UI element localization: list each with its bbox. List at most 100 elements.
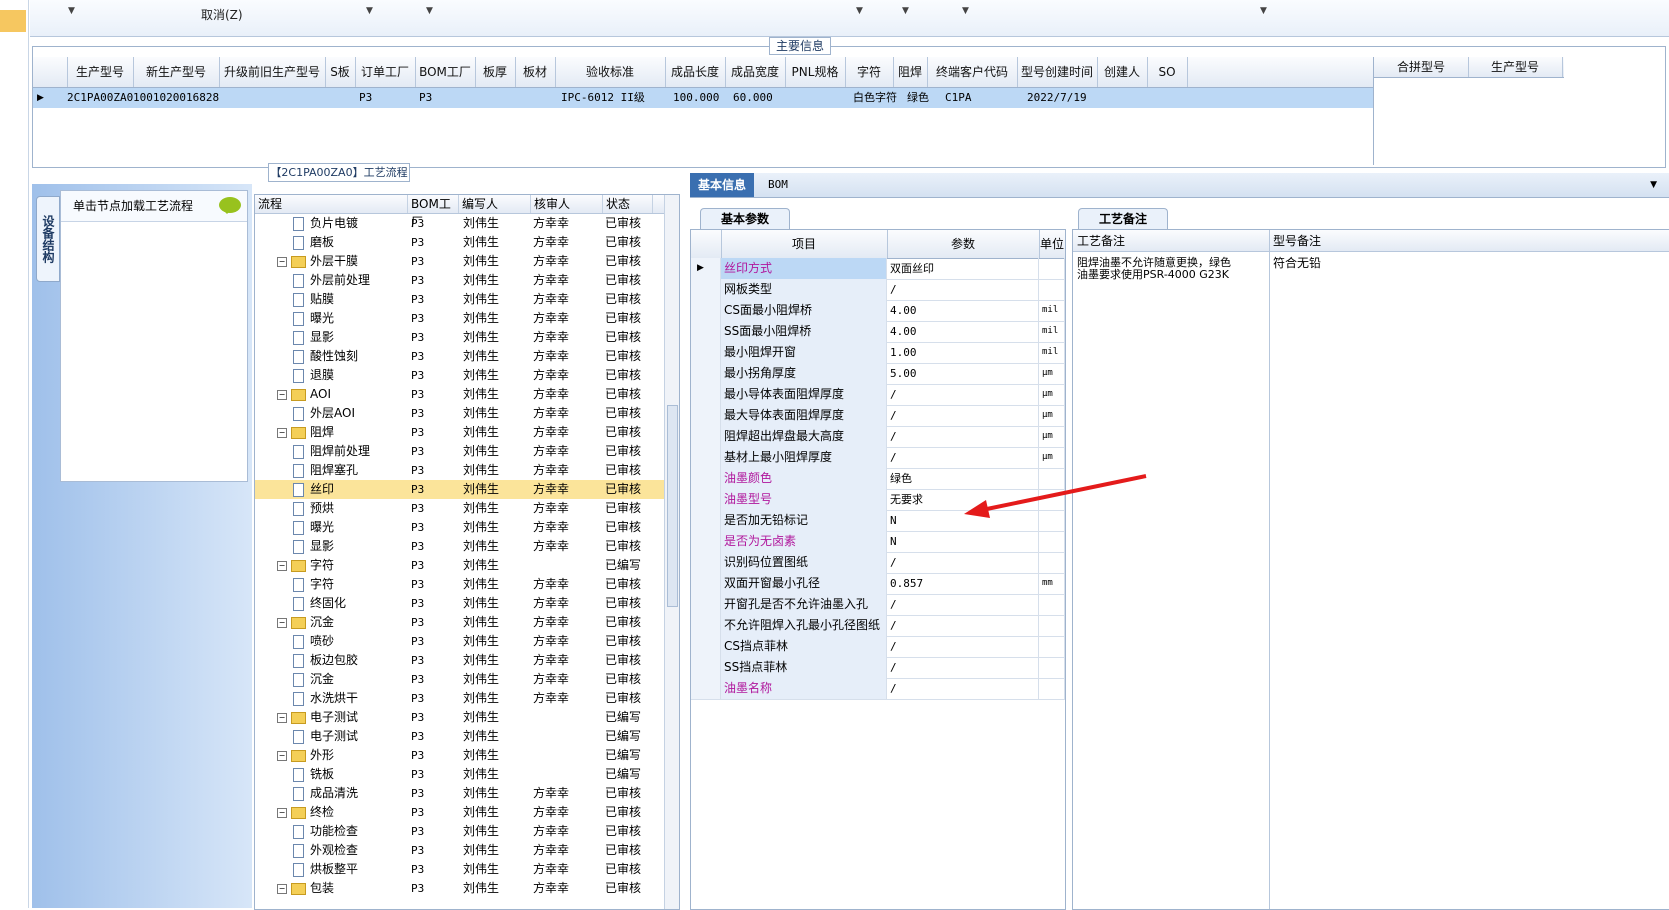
main-col-header[interactable]: BOM工厂 xyxy=(415,57,476,87)
tree-row[interactable]: 板边包胶 P3 刘伟生 方幸幸 已审核 xyxy=(255,651,665,670)
tree-row[interactable]: 显影 P3 刘伟生 方幸幸 已审核 xyxy=(255,328,665,347)
cell-char[interactable]: 白色字符 xyxy=(853,88,913,108)
tab-basic-info[interactable]: 基本信息 xyxy=(690,173,755,197)
dropdown-chevron-icon[interactable]: ▼ xyxy=(68,6,75,16)
col-merged-model[interactable]: 合拼型号 xyxy=(1374,57,1469,77)
param-row[interactable]: 阻焊超出焊盘最大高度 / μm xyxy=(691,426,1065,448)
tree-row[interactable]: − 终检 P3 刘伟生 方幸幸 已审核 xyxy=(255,803,665,822)
cell-new-prod-model[interactable]: 10010200168285 xyxy=(133,88,219,108)
param-value[interactable]: 5.00 xyxy=(887,363,1039,384)
model-remark-text[interactable]: 符合无铅 xyxy=(1273,257,1321,269)
param-row[interactable]: 识别码位置图纸 / xyxy=(691,552,1065,574)
tree-node-label[interactable]: 外形 xyxy=(310,748,334,762)
tree-node-label[interactable]: 烘板整平 xyxy=(310,862,358,876)
main-col-header[interactable]: 成品宽度 xyxy=(725,57,786,87)
param-value[interactable]: / xyxy=(887,594,1039,615)
tree-row[interactable]: 负片电镀 P3 刘伟生 方幸幸 已审核 xyxy=(255,214,665,233)
dropdown-chevron-icon[interactable]: ▼ xyxy=(1260,6,1267,16)
tree-scroll-thumb[interactable] xyxy=(667,405,678,607)
param-value[interactable]: / xyxy=(887,384,1039,405)
param-row[interactable]: 最小拐角厚度 5.00 μm xyxy=(691,363,1065,385)
param-row[interactable]: 开窗孔是否不允许油墨入孔 / xyxy=(691,594,1065,616)
param-value[interactable]: / xyxy=(887,615,1039,636)
main-col-header[interactable]: 升级前旧生产型号 xyxy=(219,57,326,87)
param-row[interactable]: 最小阻焊开窗 1.00 mil xyxy=(691,342,1065,364)
tree-row[interactable]: − 外形 P3 刘伟生 已编写 xyxy=(255,746,665,765)
tree-node-label[interactable]: 电子测试 xyxy=(310,729,358,743)
tree-row[interactable]: 贴膜 P3 刘伟生 方幸幸 已审核 xyxy=(255,290,665,309)
param-value[interactable]: / xyxy=(887,657,1039,678)
tree-row[interactable]: 外层前处理 P3 刘伟生 方幸幸 已审核 xyxy=(255,271,665,290)
tree-node-label[interactable]: 外观检查 xyxy=(310,843,358,857)
tree-row[interactable]: − 字符 P3 刘伟生 已编写 xyxy=(255,556,665,575)
collapse-icon[interactable]: − xyxy=(277,256,287,267)
tree-row[interactable]: 阻焊塞孔 P3 刘伟生 方幸幸 已审核 xyxy=(255,461,665,480)
tree-node-label[interactable]: 外层干膜 xyxy=(310,254,358,268)
main-info-row[interactable]: ▶ 2C1PA00ZA0 10010200168285 P3 P3 IPC-60… xyxy=(33,88,1373,108)
collapse-icon[interactable]: − xyxy=(277,617,287,628)
dropdown-chevron-icon[interactable]: ▼ xyxy=(426,6,433,16)
main-col-header[interactable]: 型号创建时间 xyxy=(1017,57,1098,87)
col-writer[interactable]: 编写人 xyxy=(459,195,531,213)
tree-row[interactable]: 终固化 P3 刘伟生 方幸幸 已审核 xyxy=(255,594,665,613)
col-value[interactable]: 参数 xyxy=(887,230,1040,258)
cell-created[interactable]: 2022/7/19 xyxy=(1027,88,1107,108)
cell-standard[interactable]: IPC-6012 II级 xyxy=(561,88,671,108)
tree-node-label[interactable]: 成品清洗 xyxy=(310,786,358,800)
col-side-prod-model[interactable]: 生产型号 xyxy=(1468,57,1563,77)
cancel-button[interactable]: 取消(Z) xyxy=(201,6,243,23)
tree-node-label[interactable]: 负片电镀 xyxy=(310,216,358,230)
main-col-header[interactable]: 板材 xyxy=(515,57,556,87)
main-col-header[interactable]: 成品长度 xyxy=(665,57,726,87)
param-row[interactable]: 油墨名称 / xyxy=(691,678,1065,700)
param-value[interactable]: 0.857 xyxy=(887,573,1039,594)
tree-row[interactable]: − 包装 P3 刘伟生 方幸幸 已审核 xyxy=(255,879,665,898)
param-value[interactable]: / xyxy=(887,636,1039,657)
tree-node-label[interactable]: 阻焊 xyxy=(310,425,334,439)
tree-row[interactable]: 丝印 P3 刘伟生 方幸幸 已审核 xyxy=(255,480,665,499)
tree-row[interactable]: − AOI P3 刘伟生 方幸幸 已审核 xyxy=(255,385,665,404)
param-value[interactable]: / xyxy=(887,678,1039,699)
tree-row[interactable]: 铣板 P3 刘伟生 已编写 xyxy=(255,765,665,784)
tree-row[interactable]: 预烘 P3 刘伟生 方幸幸 已审核 xyxy=(255,499,665,518)
collapse-icon[interactable]: − xyxy=(277,883,287,894)
dropdown-chevron-icon[interactable]: ▼ xyxy=(366,6,373,16)
tree-node-label[interactable]: 丝印 xyxy=(310,482,334,496)
dropdown-chevron-icon[interactable]: ▼ xyxy=(962,6,969,16)
tree-node-label[interactable]: 预烘 xyxy=(310,501,334,515)
tree-node-label[interactable]: 贴膜 xyxy=(310,292,334,306)
param-row[interactable]: 最大导体表面阻焊厚度 / μm xyxy=(691,405,1065,427)
param-row[interactable]: 基材上最小阻焊厚度 / μm xyxy=(691,447,1065,469)
col-process[interactable]: 流程 xyxy=(255,195,408,213)
tree-node-label[interactable]: AOI xyxy=(310,387,331,401)
param-row[interactable]: 是否为无卤素 N xyxy=(691,531,1065,553)
collapse-icon[interactable]: − xyxy=(277,560,287,571)
main-col-header[interactable]: 新生产型号 xyxy=(133,57,220,87)
tree-node-label[interactable]: 板边包胶 xyxy=(310,653,358,667)
main-col-header[interactable]: 订单工厂 xyxy=(355,57,416,87)
tree-node-label[interactable]: 字符 xyxy=(310,577,334,591)
tree-row[interactable]: 成品清洗 P3 刘伟生 方幸幸 已审核 xyxy=(255,784,665,803)
param-row[interactable]: 网板类型 / xyxy=(691,279,1065,301)
tree-node-label[interactable]: 外层AOI xyxy=(310,406,355,420)
tree-row[interactable]: 酸性蚀刻 P3 刘伟生 方幸幸 已审核 xyxy=(255,347,665,366)
tree-row[interactable]: 外层AOI P3 刘伟生 方幸幸 已审核 xyxy=(255,404,665,423)
col-bom-factory[interactable]: BOM工厂 xyxy=(408,195,459,229)
dropdown-chevron-icon[interactable]: ▼ xyxy=(902,6,909,16)
param-value[interactable]: / xyxy=(887,405,1039,426)
tab-bom[interactable]: BOM xyxy=(760,173,796,197)
cell-bom-factory[interactable]: P3 xyxy=(419,88,449,108)
param-value[interactable]: 双面丝印 xyxy=(887,258,1039,279)
collapse-icon[interactable]: − xyxy=(277,807,287,818)
tree-node-label[interactable]: 磨板 xyxy=(310,235,334,249)
tree-row[interactable]: 喷砂 P3 刘伟生 方幸幸 已审核 xyxy=(255,632,665,651)
param-row[interactable]: ▶ 丝印方式 双面丝印 xyxy=(691,258,1065,280)
cell-order-factory[interactable]: P3 xyxy=(359,88,389,108)
tree-node-label[interactable]: 显影 xyxy=(310,330,334,344)
param-value[interactable]: / xyxy=(887,447,1039,468)
tree-row[interactable]: 电子测试 P3 刘伟生 已编写 xyxy=(255,727,665,746)
param-value[interactable]: / xyxy=(887,552,1039,573)
tree-row[interactable]: 显影 P3 刘伟生 方幸幸 已审核 xyxy=(255,537,665,556)
tree-node-label[interactable]: 包装 xyxy=(310,881,334,895)
param-row[interactable]: CS挡点菲林 / xyxy=(691,636,1065,658)
